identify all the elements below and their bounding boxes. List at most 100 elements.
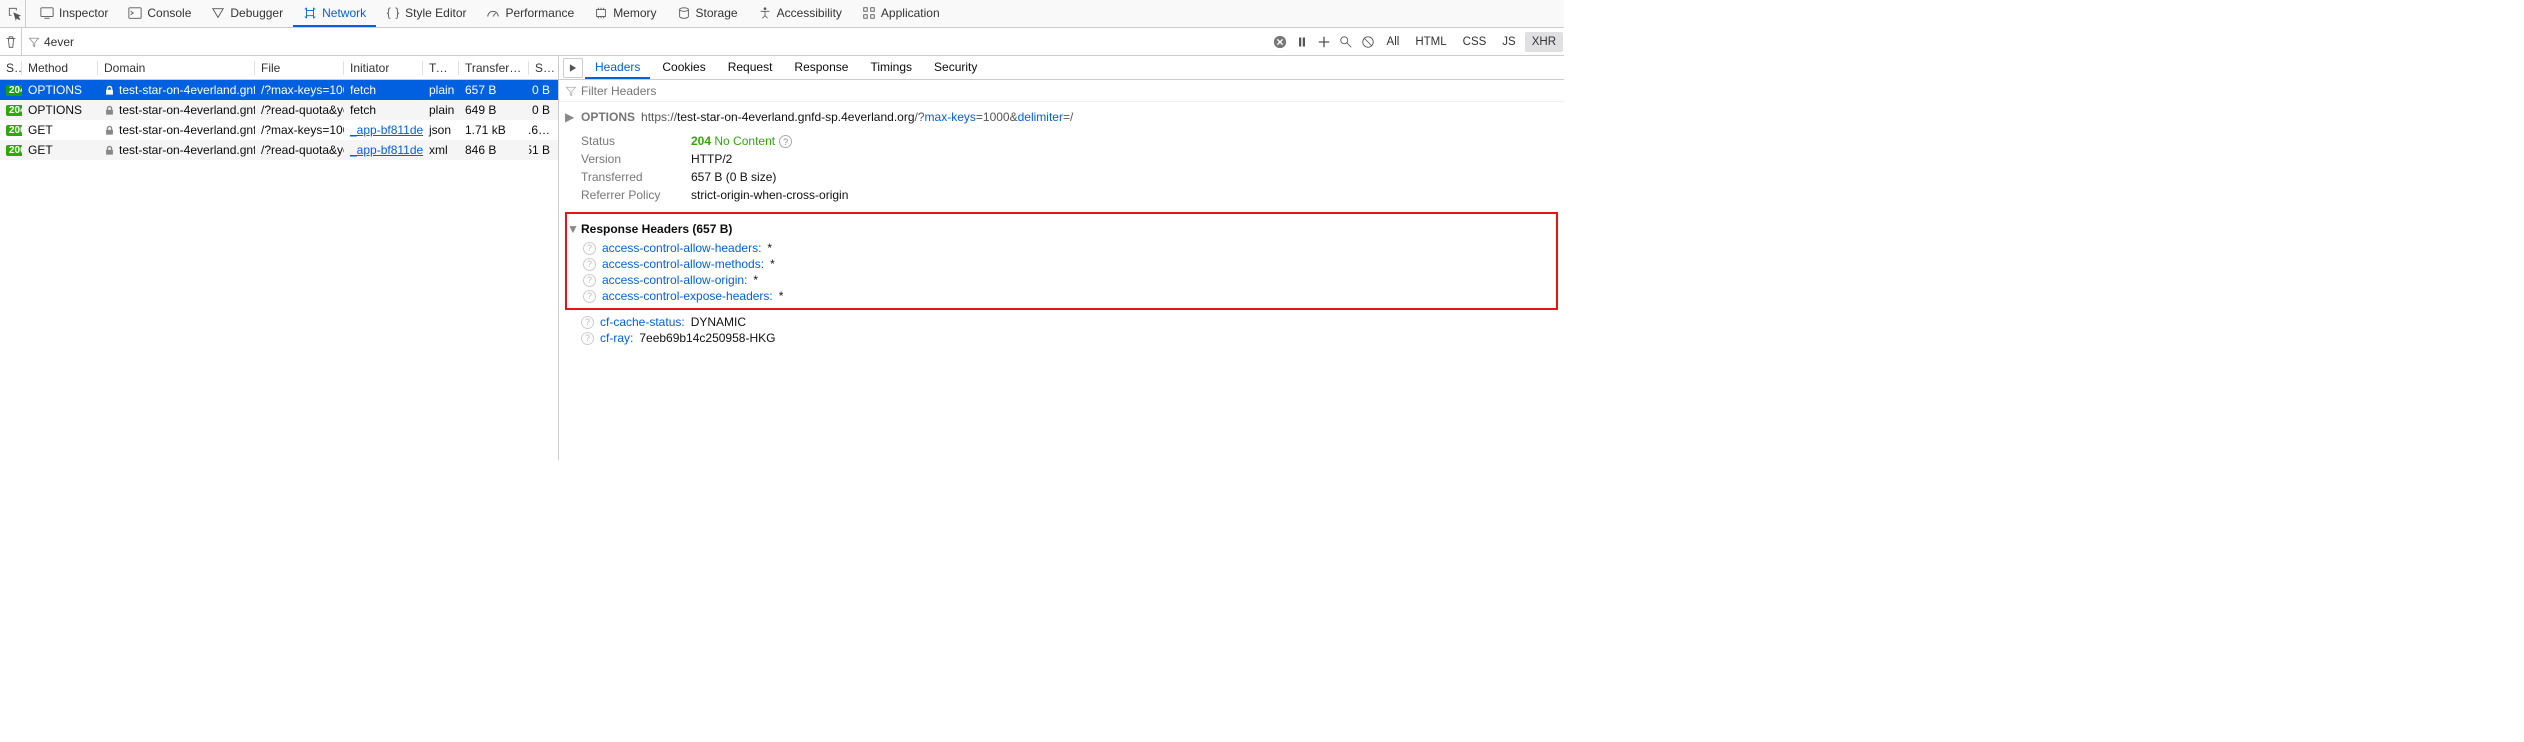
cell-size: 0 B	[529, 103, 556, 117]
col-size[interactable]: Size	[529, 61, 556, 75]
details-body: ▶ OPTIONS https://test-star-on-4everland…	[559, 102, 1564, 460]
initiator-link[interactable]: _app-bf811def6…	[350, 123, 423, 137]
request-url: https://test-star-on-4everland.gnfd-sp.4…	[641, 110, 1073, 124]
main-split: S… Method Domain File Initiator Type Tra…	[0, 56, 1564, 460]
type-js[interactable]: JS	[1495, 32, 1522, 52]
request-url-row[interactable]: ▶ OPTIONS https://test-star-on-4everland…	[565, 106, 1558, 128]
twisty-down-icon: ▼	[567, 222, 577, 236]
type-all[interactable]: All	[1380, 32, 1407, 52]
type-html[interactable]: HTML	[1408, 32, 1453, 52]
table-row[interactable]: 204OPTIONStest-star-on-4everland.gnfd-sp…	[0, 80, 558, 100]
cell-transferred: 657 B	[459, 83, 529, 97]
col-initiator[interactable]: Initiator	[344, 61, 423, 75]
table-row[interactable]: 200GETtest-star-on-4everland.gnfd-sp.…/?…	[0, 120, 558, 140]
cell-transferred: 1.71 kB	[459, 123, 529, 137]
twisty-icon[interactable]: ▶	[565, 110, 575, 124]
header-key: cf-cache-status:	[600, 315, 685, 329]
header-row: ? access-control-allow-headers: *	[567, 240, 1550, 256]
help-icon[interactable]: ?	[583, 242, 596, 255]
header-value: *	[770, 257, 775, 271]
header-row: ?access-control-expose-headers: *	[567, 288, 1550, 304]
col-file[interactable]: File	[255, 61, 344, 75]
resend-button[interactable]	[563, 58, 583, 78]
col-transferred[interactable]: Transferred	[459, 61, 529, 75]
help-icon[interactable]: ?	[581, 332, 594, 345]
tab-label: Storage	[696, 6, 738, 20]
lock-icon	[104, 145, 115, 156]
col-domain[interactable]: Domain	[98, 61, 255, 75]
help-icon[interactable]: ?	[583, 290, 596, 303]
status-badge: 204	[6, 105, 22, 116]
cell-domain: test-star-on-4everland.gnfd-sp.…	[98, 103, 255, 117]
tab-application[interactable]: Application	[852, 0, 950, 27]
tab-label: Style Editor	[405, 6, 466, 20]
search-button[interactable]	[1335, 31, 1357, 53]
block-button[interactable]	[1357, 31, 1379, 53]
type-css[interactable]: CSS	[1456, 32, 1494, 52]
col-type[interactable]: Type	[423, 61, 459, 75]
application-icon	[862, 6, 876, 20]
tab-network[interactable]: Network	[293, 0, 376, 27]
help-icon[interactable]: ?	[583, 274, 596, 287]
cell-initiator: fetch	[344, 103, 423, 117]
cell-size: 251 B	[529, 143, 556, 157]
tab-label: Memory	[613, 6, 656, 20]
col-method[interactable]: Method	[22, 61, 98, 75]
header-key: access-control-allow-headers:	[602, 241, 761, 255]
clear-button[interactable]	[0, 28, 22, 55]
col-status[interactable]: S…	[0, 61, 22, 75]
tab-style-editor[interactable]: Style Editor	[376, 0, 476, 27]
tab-performance[interactable]: Performance	[476, 0, 584, 27]
cell-method: OPTIONS	[22, 103, 98, 117]
clear-filter-button[interactable]	[1269, 31, 1291, 53]
header-value: *	[779, 289, 784, 303]
add-button[interactable]	[1313, 31, 1335, 53]
dtab-timings[interactable]: Timings	[860, 56, 922, 79]
cell-file: /?read-quota&year-m	[255, 103, 344, 117]
cell-initiator: _app-bf811def6…	[344, 123, 423, 137]
cell-type: json	[423, 123, 459, 137]
tab-debugger[interactable]: Debugger	[201, 0, 293, 27]
dtab-request[interactable]: Request	[718, 56, 783, 79]
header-row: ? cf-cache-status: DYNAMIC	[565, 314, 1558, 330]
filter-input[interactable]	[44, 35, 244, 49]
cell-size: 0 B	[529, 83, 556, 97]
status-badge: 200	[6, 145, 22, 156]
details-pane: Headers Cookies Request Response Timings…	[559, 56, 1564, 460]
request-method: OPTIONS	[581, 110, 635, 124]
headers-filter-input[interactable]	[581, 84, 781, 98]
help-icon[interactable]: ?	[779, 135, 792, 148]
header-value: DYNAMIC	[691, 315, 746, 329]
tab-inspector[interactable]: Inspector	[30, 0, 118, 27]
cell-initiator: fetch	[344, 83, 423, 97]
cell-type: xml	[423, 143, 459, 157]
help-icon[interactable]: ?	[583, 258, 596, 271]
dtab-cookies[interactable]: Cookies	[652, 56, 715, 79]
table-row[interactable]: 200GETtest-star-on-4everland.gnfd-sp.…/?…	[0, 140, 558, 160]
highlight-box: ▼ Response Headers (657 B) ?access-contr…	[565, 212, 1558, 310]
tab-accessibility[interactable]: Accessibility	[748, 0, 852, 27]
kv-status: Status 204 No Content?	[565, 132, 1558, 150]
header-value: *	[767, 241, 772, 255]
tab-memory[interactable]: Memory	[584, 0, 666, 27]
tab-console[interactable]: Console	[118, 0, 201, 27]
status-badge: 204	[6, 85, 22, 96]
tab-storage[interactable]: Storage	[667, 0, 748, 27]
response-headers-section[interactable]: ▼ Response Headers (657 B)	[567, 218, 1550, 240]
initiator-link[interactable]: _app-bf811def6…	[350, 143, 423, 157]
type-xhr[interactable]: XHR	[1525, 32, 1563, 52]
tab-label: Inspector	[59, 6, 108, 20]
table-row[interactable]: 204OPTIONStest-star-on-4everland.gnfd-sp…	[0, 100, 558, 120]
dtab-response[interactable]: Response	[784, 56, 858, 79]
debugger-icon	[211, 6, 225, 20]
kv-referrer: Referrer Policy strict-origin-when-cross…	[565, 186, 1558, 204]
accessibility-icon	[758, 6, 772, 20]
kv-transferred: Transferred 657 B (0 B size)	[565, 168, 1558, 186]
dtab-security[interactable]: Security	[924, 56, 987, 79]
cell-type: plain	[423, 83, 459, 97]
help-icon[interactable]: ?	[581, 316, 594, 329]
element-picker-button[interactable]	[4, 0, 26, 27]
pause-button[interactable]	[1291, 31, 1313, 53]
dtab-headers[interactable]: Headers	[585, 56, 650, 79]
storage-icon	[677, 6, 691, 20]
